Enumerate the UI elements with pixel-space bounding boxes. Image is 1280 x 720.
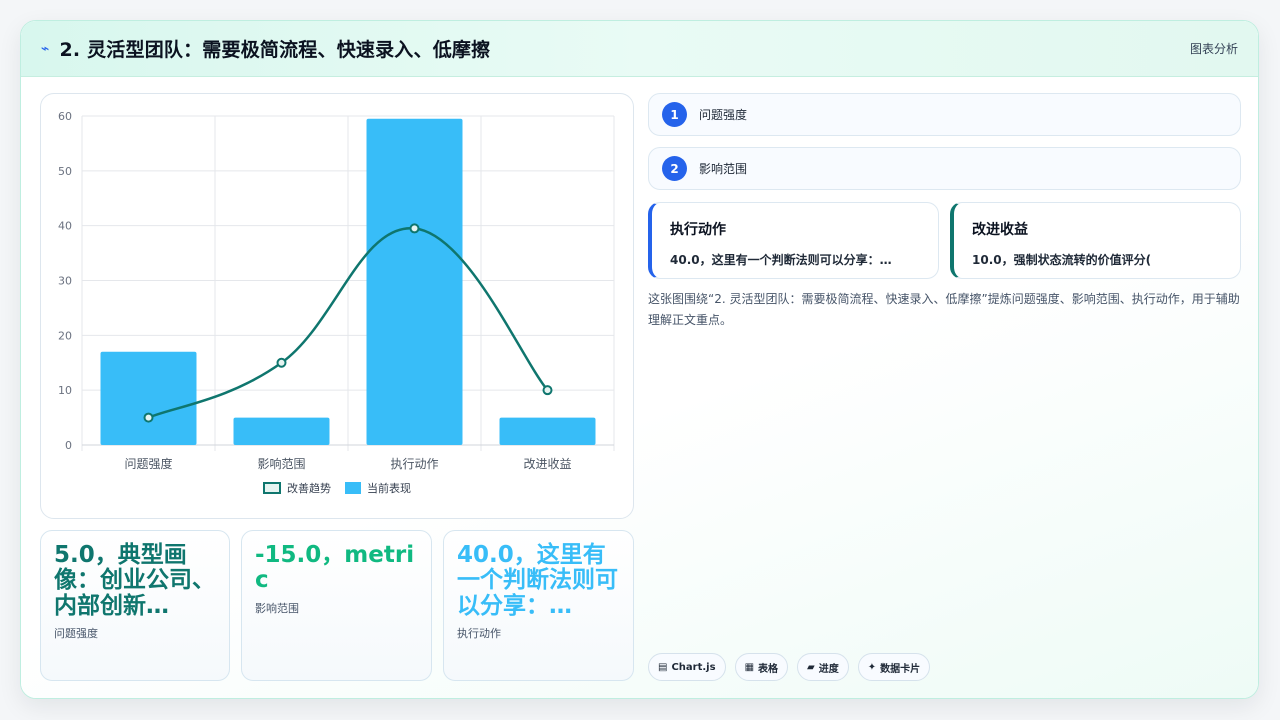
info-card-benefit: 改进收益 10.0，强制状态流转的价值评分( bbox=[950, 202, 1241, 279]
list-item-1[interactable]: 1 问题强度 bbox=[648, 93, 1241, 136]
main-card: ⌁ 2. 灵活型团队：需要极简流程、快速录入、低摩擦 图表分析 0 10 20 30 4… bbox=[20, 20, 1259, 699]
info-card-desc: 40.0，这里有一个判断法则可以分享：… bbox=[670, 253, 892, 267]
table-icon: ▦ bbox=[744, 661, 755, 673]
metric-value: 5.0，典型画像：创业公司、内部创新… bbox=[54, 542, 215, 619]
y-tick-label: 20 bbox=[58, 329, 72, 342]
y-tick-label: 0 bbox=[65, 439, 72, 452]
metric-label: 问题强度 bbox=[54, 626, 98, 640]
trend-point-执行动作 bbox=[409, 223, 420, 234]
info-card-desc: 10.0，强制状态流转的价值评分( bbox=[972, 253, 1152, 267]
trend-point-改进收益 bbox=[542, 385, 553, 396]
list-item-2[interactable]: 2 影响范围 bbox=[648, 147, 1241, 190]
legend-item-line[interactable]: 改善趋势 bbox=[263, 480, 331, 496]
x-tick-label: 改进收益 bbox=[523, 457, 571, 471]
list-item-label: 影响范围 bbox=[699, 162, 748, 176]
legend-swatch-bar bbox=[345, 482, 361, 494]
x-tick-label: 问题强度 bbox=[124, 456, 172, 471]
tech-chips: ▤ Chart.js ▦ 表格 ▰ 进度 ✦ 数据卡片 bbox=[648, 653, 931, 681]
y-tick-label: 60 bbox=[58, 110, 72, 123]
chip-chartjs[interactable]: ▤ Chart.js bbox=[648, 653, 726, 681]
chip-label: Chart.js bbox=[671, 661, 716, 673]
combo-chart: 0 10 20 30 40 50 60 问题强度 影响范围 执行动作 改进收益 bbox=[58, 110, 615, 471]
bar-执行动作 bbox=[366, 118, 463, 445]
y-tick-label: 30 bbox=[58, 275, 72, 288]
title-wrap: ⌁ 2. 灵活型团队：需要极简流程、快速录入、低摩擦 bbox=[41, 35, 490, 62]
metric-label: 执行动作 bbox=[457, 626, 501, 640]
number-badge: 2 bbox=[662, 156, 687, 181]
legend-label-bar: 当前表现 bbox=[367, 482, 411, 495]
list-item-label: 问题强度 bbox=[699, 108, 748, 122]
metric-value: 40.0，这里有一个判断法则可以分享：… bbox=[457, 542, 618, 619]
trend-point-影响范围 bbox=[276, 357, 287, 368]
x-tick-label: 影响范围 bbox=[257, 456, 305, 471]
chip-table[interactable]: ▦ 表格 bbox=[734, 653, 789, 681]
sparkle-icon: ✦ bbox=[867, 661, 877, 673]
info-card-execution: 执行动作 40.0，这里有一个判断法则可以分享：… bbox=[648, 202, 939, 279]
metric-label: 影响范围 bbox=[255, 601, 299, 615]
chart-analysis-tag: 图表分析 bbox=[1189, 42, 1238, 56]
summary-text: 这张图围绕“2. 灵活型团队：需要极简流程、快速录入、低摩擦”提炼问题强度、影响… bbox=[648, 292, 1240, 327]
chart-icon: ▤ bbox=[658, 661, 668, 673]
info-card-title: 执行动作 bbox=[670, 222, 726, 238]
chart-legend: 改善趋势 当前表现 bbox=[41, 480, 633, 496]
x-tick-label: 执行动作 bbox=[390, 457, 438, 471]
metric-card-3: 40.0，这里有一个判断法则可以分享：… 执行动作 bbox=[443, 530, 634, 681]
chip-progress[interactable]: ▰ 进度 bbox=[797, 653, 849, 681]
metric-value: -15.0，metric bbox=[255, 542, 415, 594]
card-header: ⌁ 2. 灵活型团队：需要极简流程、快速录入、低摩擦 图表分析 bbox=[21, 21, 1258, 77]
info-card-title: 改进收益 bbox=[972, 222, 1028, 238]
bar-影响范围 bbox=[233, 417, 330, 445]
chip-data-card[interactable]: ✦ 数据卡片 bbox=[857, 653, 931, 681]
y-tick-label: 40 bbox=[58, 220, 72, 233]
legend-item-bar[interactable]: 当前表现 bbox=[345, 480, 411, 496]
number-badge: 1 bbox=[662, 102, 687, 127]
metric-card-1: 5.0，典型画像：创业公司、内部创新… 问题强度 bbox=[40, 530, 230, 681]
page-title: 2. 灵活型团队：需要极简流程、快速录入、低摩擦 bbox=[59, 39, 491, 61]
chart-panel: 0 10 20 30 40 50 60 问题强度 影响范围 执行动作 改进收益 改善趋势 当前表现 bbox=[40, 93, 634, 519]
trend-point-问题强度 bbox=[143, 412, 154, 423]
legend-swatch-line bbox=[263, 482, 281, 494]
chip-label: 进度 bbox=[818, 663, 839, 675]
bar-问题强度 bbox=[100, 351, 197, 445]
progress-icon: ▰ bbox=[807, 661, 815, 673]
pulse-icon: ⌁ bbox=[41, 40, 50, 57]
legend-label-line: 改善趋势 bbox=[287, 482, 331, 495]
chip-label: 数据卡片 bbox=[880, 663, 921, 675]
chip-label: 表格 bbox=[758, 663, 779, 675]
bar-改进收益 bbox=[499, 417, 596, 445]
y-tick-label: 50 bbox=[58, 165, 72, 178]
metric-card-2: -15.0，metric 影响范围 bbox=[241, 530, 432, 681]
y-tick-label: 10 bbox=[58, 384, 72, 397]
